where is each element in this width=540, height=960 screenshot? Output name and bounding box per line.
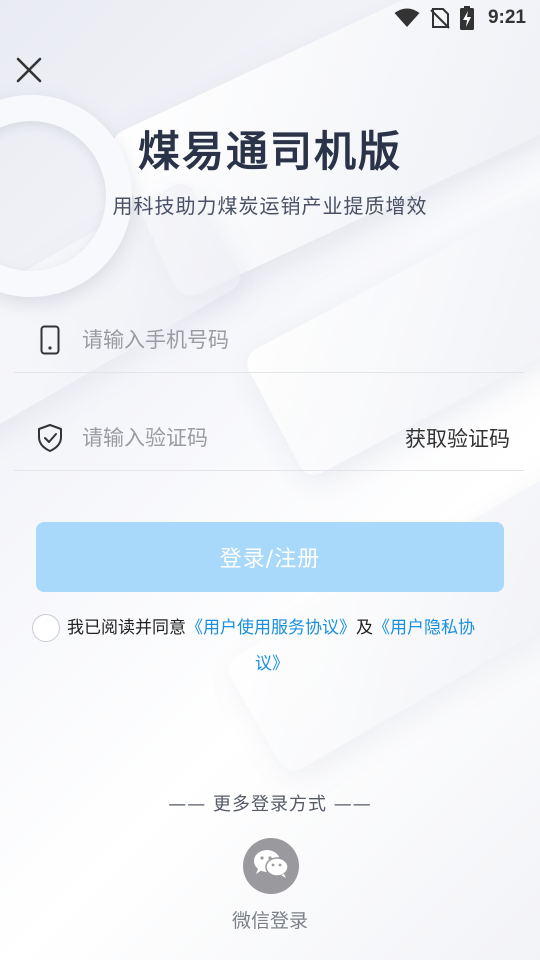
status-bar: 9:21: [0, 0, 540, 36]
phone-icon: [28, 320, 72, 360]
page-title: 煤易通司机版: [137, 127, 402, 176]
close-icon: [16, 57, 42, 87]
shield-check-icon: [28, 418, 72, 458]
agreement-line-1: 我已阅读并同意《用户使用服务协议》及《用户隐私协: [67, 610, 475, 646]
more-login-divider: —— 更多登录方式 ——: [168, 794, 372, 815]
page-subtitle: 用科技助力煤炭运销产业提质增效: [112, 194, 428, 218]
privacy-policy-link[interactable]: 《用户隐私协: [373, 618, 475, 638]
privacy-policy-link-continued[interactable]: 议》: [255, 654, 289, 674]
agree-checkbox[interactable]: [32, 614, 60, 642]
wifi-icon: [394, 8, 420, 28]
wechat-login-label: 微信登录: [231, 910, 308, 932]
verification-code-input[interactable]: [82, 426, 405, 450]
phone-input[interactable]: [82, 328, 524, 352]
battery-charging-icon: [459, 6, 474, 30]
login-register-button[interactable]: 登录/注册: [36, 522, 504, 592]
agreement-conjunction: 及: [356, 618, 373, 638]
agreement-prefix: 我已阅读并同意: [67, 618, 186, 638]
phone-field-row: [14, 308, 524, 373]
no-sim-icon: [430, 7, 450, 29]
wechat-login-button[interactable]: [243, 838, 299, 894]
code-field-row: 获取验证码: [14, 406, 524, 471]
wechat-icon: [252, 848, 290, 884]
status-time: 9:21: [487, 7, 526, 28]
terms-of-service-link[interactable]: 《用户使用服务协议》: [186, 618, 356, 638]
get-code-button[interactable]: 获取验证码: [405, 423, 510, 453]
close-button[interactable]: [12, 55, 46, 89]
agreement-line-2: 议》: [32, 646, 512, 682]
